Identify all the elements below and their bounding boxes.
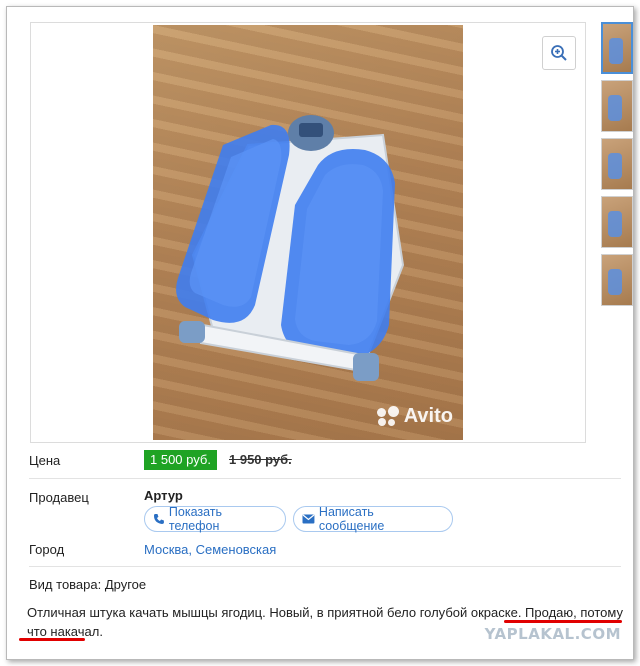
city-link[interactable]: Москва, Семеновская (144, 542, 276, 557)
write-message-button[interactable]: Написать сообщение (293, 505, 453, 533)
divider (29, 478, 621, 479)
screenshot-frame: Avito Цена 1 500 руб. 1 950 руб. Продаве… (6, 6, 634, 660)
seller-label: Продавец (29, 490, 89, 505)
annotation-underline (19, 638, 85, 641)
city-label: Город (29, 542, 65, 557)
thumbnail[interactable] (601, 254, 633, 306)
write-message-label: Написать сообщение (318, 505, 385, 533)
thumbnail-strip (601, 22, 633, 312)
avito-watermark: Avito (376, 405, 453, 428)
zoom-in-icon (551, 45, 567, 61)
price-label: Цена (29, 453, 61, 468)
divider (29, 566, 621, 567)
item-type: Вид товара: Другое (29, 577, 147, 592)
stepper-illustration (176, 115, 405, 381)
product-photo[interactable]: Avito (153, 25, 463, 440)
site-watermark: YAPLAKAL.COM (484, 625, 621, 643)
thumbnail[interactable] (601, 196, 633, 248)
price-badge: 1 500 руб. (144, 450, 217, 470)
photo-gallery: Avito (30, 22, 586, 443)
seller-name[interactable]: Артур (144, 488, 183, 503)
envelope-icon (302, 514, 315, 524)
description-text: Отличная штука качать мышцы ягодиц. Новы… (27, 605, 526, 620)
annotation-underline (504, 620, 622, 623)
show-phone-label: Показать телефон (168, 505, 223, 533)
thumbnail[interactable] (601, 138, 633, 190)
show-phone-button[interactable]: Показать телефон (144, 505, 286, 533)
phone-icon (153, 514, 164, 524)
avito-watermark-text: Avito (403, 405, 453, 427)
zoom-button[interactable] (542, 36, 576, 70)
thumbnail[interactable] (601, 80, 633, 132)
avito-logo-icon (376, 405, 399, 428)
thumbnail[interactable] (601, 22, 633, 74)
old-price: 1 950 руб. (229, 452, 292, 467)
